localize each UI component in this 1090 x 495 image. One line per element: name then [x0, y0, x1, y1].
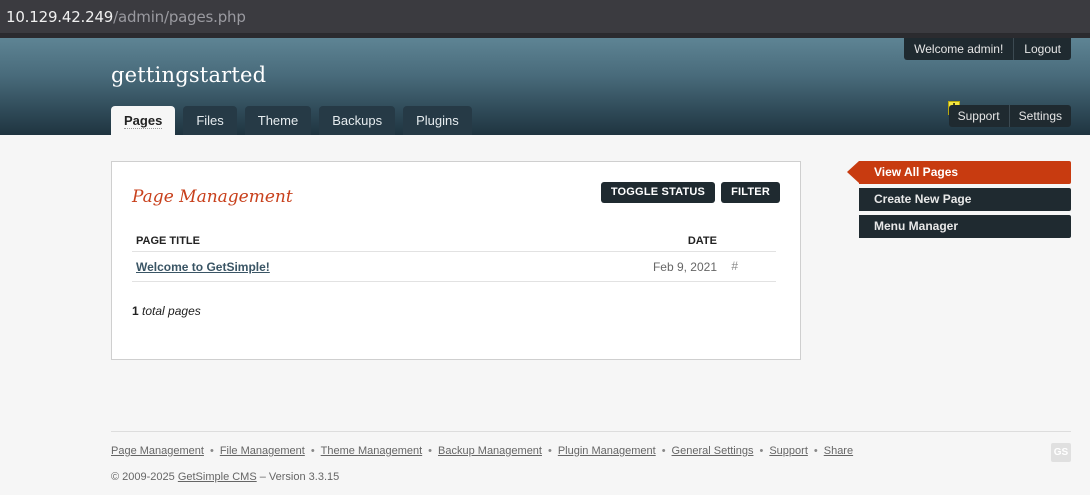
copyright: © 2009-2025 GetSimple CMS – Version 3.3.… [111, 471, 339, 483]
page-management-panel: Page Management TOGGLE STATUS FILTER PAG… [111, 161, 801, 360]
footer-separator: • [209, 445, 214, 457]
sidebar-item-view-all-pages[interactable]: View All Pages [847, 161, 1071, 184]
support-settings-bar: Support Settings [948, 105, 1071, 127]
column-date: DATE [687, 235, 717, 247]
total-count: 1 [132, 304, 139, 318]
url-host: 10.129.42.249 [6, 8, 114, 26]
page-title: Page Management [132, 187, 293, 207]
toggle-status-button[interactable]: TOGGLE STATUS [600, 182, 716, 203]
copyright-prefix: © 2009-2025 [111, 471, 175, 483]
site-title[interactable]: gettingstarted [111, 63, 266, 87]
getsimple-cms-link[interactable]: GetSimple CMS [178, 471, 257, 483]
main-tabs: Pages Files Theme Backups Plugins [111, 106, 472, 135]
logout-link[interactable]: Logout [1013, 38, 1071, 60]
page-view-link[interactable]: # [731, 259, 738, 273]
tab-pages[interactable]: Pages [111, 106, 176, 135]
column-page-title: PAGE TITLE [136, 235, 200, 247]
tab-theme[interactable]: Theme [244, 106, 312, 135]
table-row: Welcome to GetSimple! Feb 9, 2021 # [132, 252, 776, 282]
footer-separator: • [547, 445, 552, 457]
footer-separator: • [310, 445, 315, 457]
user-bar: Welcome admin! Logout [904, 38, 1071, 60]
tab-backups[interactable]: Backups [319, 106, 396, 135]
footer-link-plugin-management[interactable]: Plugin Management [558, 445, 656, 457]
table-header: PAGE TITLE DATE [132, 230, 776, 252]
footer-links: Page Management • File Management • Theme … [111, 445, 853, 457]
panel-actions: TOGGLE STATUS FILTER [600, 182, 780, 203]
footer-link-support[interactable]: Support [769, 445, 808, 457]
welcome-text[interactable]: Welcome admin! [904, 38, 1014, 60]
footer-link-theme-management[interactable]: Theme Management [321, 445, 423, 457]
filter-button[interactable]: FILTER [721, 182, 780, 203]
version-text: – Version 3.3.15 [259, 471, 340, 483]
browser-url-bar[interactable]: 10.129.42.249/admin/pages.php [0, 0, 1090, 34]
footer-separator: • [813, 445, 818, 457]
footer-separator: • [759, 445, 764, 457]
url-text[interactable]: 10.129.42.249/admin/pages.php [6, 8, 246, 26]
footer-link-share[interactable]: Share [824, 445, 853, 457]
total-label: total pages [142, 304, 201, 318]
support-link[interactable]: Support [948, 105, 1009, 127]
settings-link[interactable]: Settings [1008, 105, 1071, 127]
page-link[interactable]: Welcome to GetSimple! [136, 260, 270, 274]
tab-files[interactable]: Files [183, 106, 237, 135]
footer-separator: • [428, 445, 433, 457]
url-path: /admin/pages.php [113, 8, 246, 26]
footer-separator: • [661, 445, 666, 457]
tab-plugins[interactable]: Plugins [403, 106, 472, 135]
tab-pages-label: Pages [124, 113, 163, 129]
total-pages: 1 total pages [132, 304, 201, 318]
footer-link-page-management[interactable]: Page Management [111, 445, 204, 457]
footer-link-file-management[interactable]: File Management [220, 445, 305, 457]
sidebar-menu: View All Pages Create New Page Menu Mana… [847, 161, 1071, 242]
footer-link-backup-management[interactable]: Backup Management [438, 445, 542, 457]
pages-table: PAGE TITLE DATE Welcome to GetSimple! Fe… [132, 230, 776, 282]
footer-link-general-settings[interactable]: General Settings [672, 445, 754, 457]
footer-divider [111, 431, 1071, 432]
sidebar-item-menu-manager[interactable]: Menu Manager [859, 215, 1071, 238]
page-date: Feb 9, 2021 [652, 260, 717, 274]
sidebar-item-create-new-page[interactable]: Create New Page [859, 188, 1071, 211]
admin-header: gettingstarted Welcome admin! Logout Pag… [0, 38, 1090, 135]
getsimple-logo-icon[interactable]: GS [1051, 443, 1071, 462]
